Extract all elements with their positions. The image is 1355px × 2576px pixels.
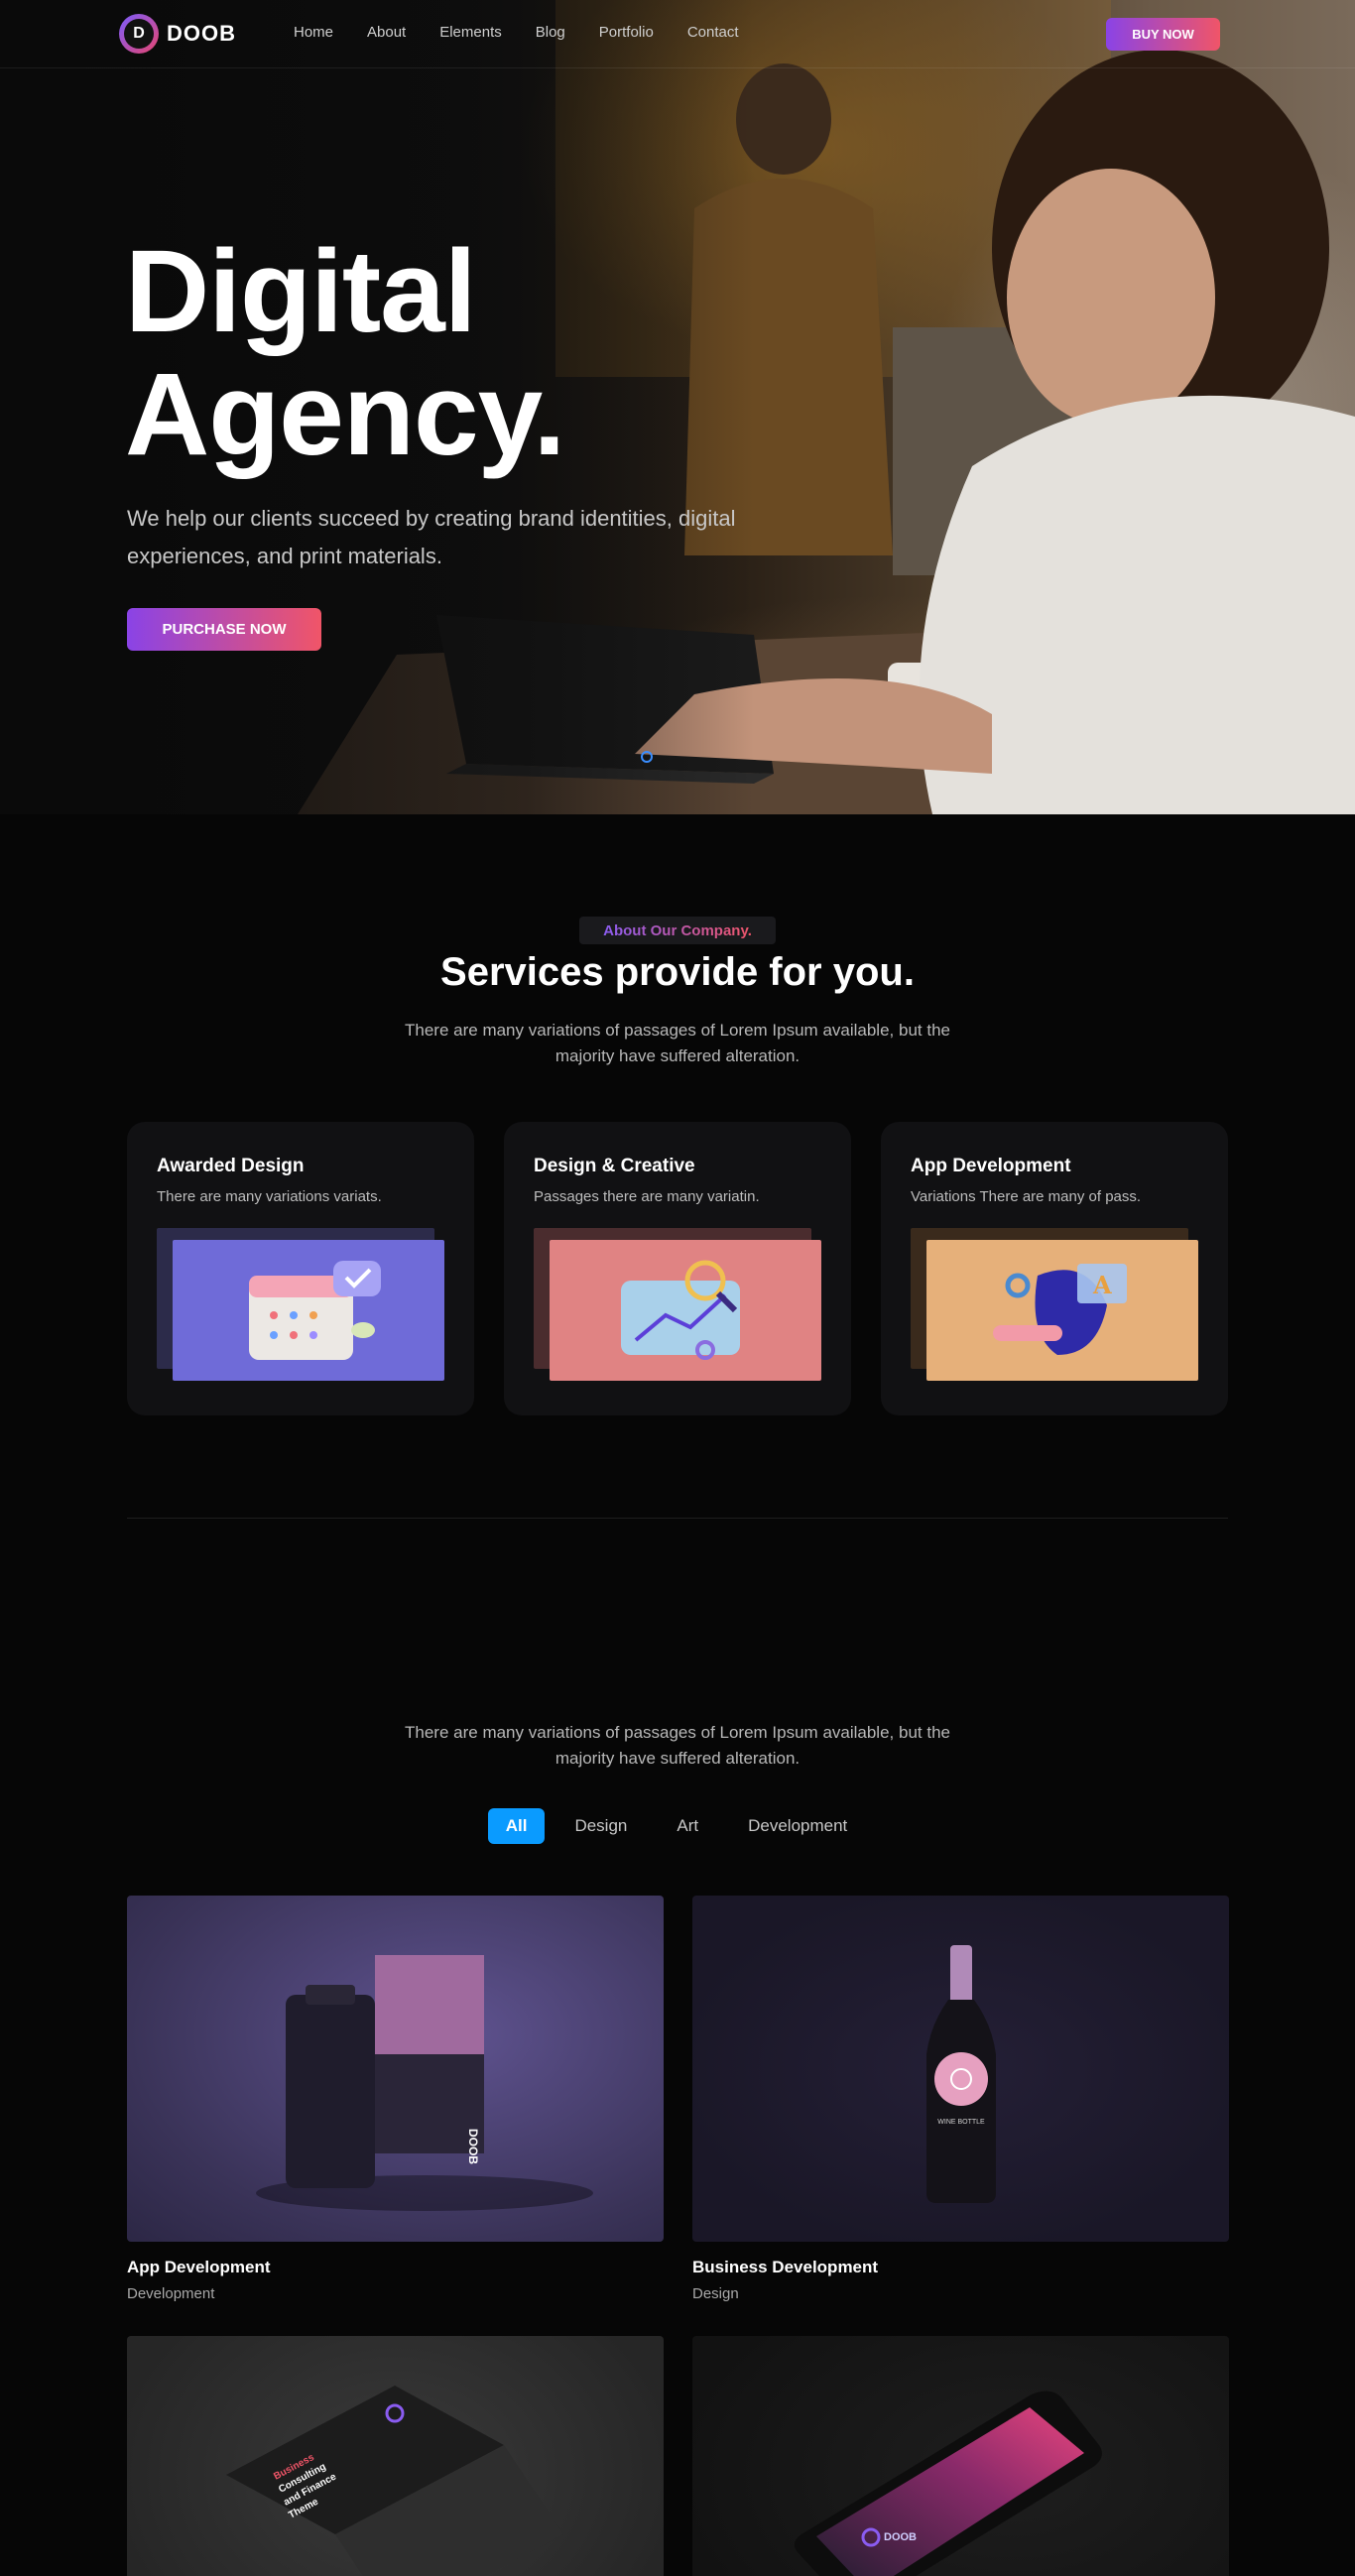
- nav-portfolio[interactable]: Portfolio: [599, 24, 654, 41]
- shapes-illustration: A: [926, 1240, 1198, 1381]
- brochure-mockup: Business Consulting and Finance Theme: [226, 2386, 563, 2576]
- portfolio-item-title: Business Development: [692, 2258, 879, 2276]
- calendar-illustration: [173, 1240, 444, 1381]
- portfolio-item-business-development[interactable]: WINE BOTTLE Business Development Design: [692, 1896, 1229, 2302]
- nav-blog[interactable]: Blog: [536, 24, 565, 41]
- nav-about[interactable]: About: [367, 24, 406, 41]
- portfolio-item-phone[interactable]: DOOB: [692, 2336, 1229, 2576]
- portfolio-image-product-box: DOOB: [127, 1896, 664, 2242]
- svg-text:A: A: [1092, 1271, 1112, 1299]
- service-card-awarded-design[interactable]: Awarded Design There are many variations…: [127, 1122, 474, 1415]
- nav-elements[interactable]: Elements: [439, 24, 502, 41]
- service-card-design-creative[interactable]: Design & Creative Passages there are man…: [504, 1122, 851, 1415]
- hero-title-line2: Agency.: [125, 349, 565, 480]
- services-eyebrow-text: About Our Company.: [603, 921, 752, 939]
- portfolio-description: There are many variations of passages of…: [405, 1723, 950, 1768]
- portfolio-item-category: Design: [692, 2285, 739, 2302]
- site-header: D DOOB Home About Elements Blog Portfoli…: [0, 0, 1355, 68]
- portfolio-item-category: Development: [127, 2285, 215, 2302]
- service-card-title: App Development: [911, 1156, 1071, 1176]
- filter-development[interactable]: Development: [728, 1808, 867, 1844]
- portfolio-item-brochure[interactable]: Business Consulting and Finance Theme: [127, 2336, 664, 2576]
- phone-logo-text: DOOB: [884, 2531, 917, 2543]
- buy-now-button[interactable]: BUY NOW: [1106, 18, 1220, 51]
- hero-section: Digital Agency. We help our clients succ…: [0, 0, 1355, 814]
- services-description: There are many variations of passages of…: [405, 1021, 950, 1065]
- hero-title-line1: Digital: [125, 226, 477, 357]
- services-eyebrow: About Our Company.: [579, 917, 776, 944]
- logo[interactable]: D DOOB: [119, 14, 236, 54]
- filter-all[interactable]: All: [487, 1808, 546, 1844]
- box-logo-text: DOOB: [466, 2129, 480, 2164]
- magnifier-chart-icon: [621, 1260, 740, 1360]
- calendar-icon: [249, 1261, 381, 1360]
- hero-subtitle: We help our clients succeed by creating …: [127, 506, 736, 568]
- portfolio-image-wine-bottle: WINE BOTTLE: [692, 1896, 1229, 2242]
- portfolio-image-phone: DOOB: [692, 2336, 1229, 2576]
- wine-label-text: WINE BOTTLE: [937, 2119, 985, 2126]
- analytics-illustration: [550, 1240, 821, 1381]
- letter-block-icon: A: [993, 1264, 1127, 1355]
- service-card-title: Awarded Design: [157, 1156, 305, 1176]
- portfolio-image-brochure: Business Consulting and Finance Theme: [127, 2336, 664, 2576]
- nav-home[interactable]: Home: [294, 24, 333, 41]
- slider-dot[interactable]: [641, 751, 653, 763]
- portfolio-item-title: App Development: [127, 2258, 271, 2276]
- phone-mockup: DOOB: [794, 2391, 1102, 2576]
- service-card-desc: Passages there are many variatin.: [534, 1188, 760, 1205]
- purchase-now-button[interactable]: PURCHASE NOW: [127, 608, 321, 651]
- nav-contact[interactable]: Contact: [687, 24, 739, 41]
- wine-bottle-mockup: WINE BOTTLE: [926, 1945, 996, 2203]
- filter-design[interactable]: Design: [554, 1808, 647, 1844]
- main-nav: Home About Elements Blog Portfolio Conta…: [294, 24, 739, 41]
- filter-art[interactable]: Art: [657, 1808, 718, 1844]
- logo-text: DOOB: [167, 21, 236, 46]
- portfolio-item-app-development[interactable]: DOOB App Development Development: [127, 1896, 664, 2302]
- services-title: Services provide for you.: [440, 950, 915, 994]
- section-divider: [127, 1518, 1228, 1519]
- hero-title: Digital Agency.: [125, 230, 565, 476]
- service-card-desc: Variations There are many of pass.: [911, 1188, 1142, 1205]
- product-box-mockup: DOOB: [256, 1955, 593, 2211]
- logo-letter: D: [124, 19, 154, 49]
- service-card-title: Design & Creative: [534, 1156, 695, 1176]
- portfolio-filters: All Design Art Development: [0, 1808, 1355, 1844]
- service-card-desc: There are many variations variats.: [157, 1188, 382, 1205]
- logo-icon: D: [119, 14, 159, 54]
- service-card-app-development[interactable]: App Development Variations There are man…: [881, 1122, 1228, 1415]
